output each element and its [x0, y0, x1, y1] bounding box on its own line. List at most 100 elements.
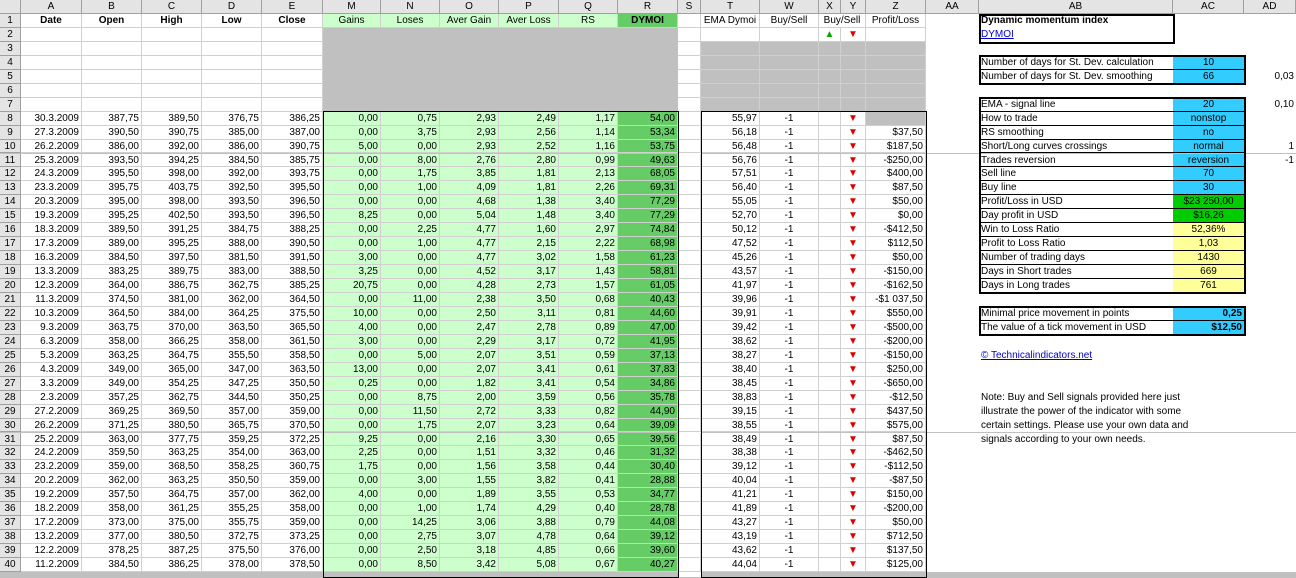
cell-ac26[interactable]: [1173, 362, 1244, 377]
cell-s20[interactable]: [678, 279, 701, 293]
cell-e20[interactable]: 385,25: [262, 279, 323, 293]
cell-ad25[interactable]: [1244, 348, 1296, 363]
cell-c31[interactable]: 377,75: [142, 432, 202, 447]
column-header-y[interactable]: Y: [841, 0, 866, 14]
cell-ad13[interactable]: [1244, 181, 1296, 196]
cell-ab40[interactable]: [979, 558, 1173, 572]
cell-a9[interactable]: 27.3.2009: [21, 125, 82, 140]
cell-d5[interactable]: [202, 69, 262, 84]
cell-d10[interactable]: 386,00: [202, 139, 262, 154]
cell-r5[interactable]: [618, 69, 678, 84]
cell-ad26[interactable]: [1244, 362, 1296, 377]
cell-aa38[interactable]: [926, 530, 979, 545]
cell-b34[interactable]: 362,00: [82, 474, 142, 489]
cell-s25[interactable]: [678, 348, 701, 363]
cell-s3[interactable]: [678, 41, 701, 56]
cell-c7[interactable]: [142, 97, 202, 112]
cell-d29[interactable]: 357,00: [202, 404, 262, 419]
column-header-s[interactable]: S: [678, 0, 701, 14]
cell-e30[interactable]: 370,50: [262, 418, 323, 433]
cell-aa33[interactable]: [926, 460, 979, 475]
cell-ac37[interactable]: [1173, 516, 1244, 531]
cell-b7[interactable]: [82, 97, 142, 112]
cell-b32[interactable]: 359,50: [82, 446, 142, 461]
cell-a36[interactable]: 18.2.2009: [21, 502, 82, 517]
cell-y4[interactable]: [841, 55, 866, 70]
cell-aa7[interactable]: [926, 97, 979, 112]
cell-m2[interactable]: [323, 27, 381, 42]
cell-e27[interactable]: 350,50: [262, 376, 323, 391]
cell-e18[interactable]: 391,50: [262, 251, 323, 266]
cell-aa3[interactable]: [926, 41, 979, 56]
cell-ab21[interactable]: [979, 293, 1173, 307]
cell-ad22[interactable]: [1244, 306, 1296, 321]
cell-b39[interactable]: 378,25: [82, 544, 142, 559]
cell-m7[interactable]: [323, 97, 381, 112]
cell-ab33[interactable]: [979, 460, 1173, 475]
cell-aa40[interactable]: [926, 558, 979, 572]
cell-s8[interactable]: [678, 111, 701, 126]
cell-aa20[interactable]: [926, 279, 979, 293]
column-header-t[interactable]: T: [701, 0, 760, 14]
row-header-1[interactable]: 1: [0, 14, 21, 28]
cell-e13[interactable]: 395,50: [262, 181, 323, 196]
cell-t6[interactable]: [701, 83, 760, 98]
cell-b23[interactable]: 363,75: [82, 320, 142, 335]
cell-b33[interactable]: 359,00: [82, 460, 142, 475]
row-header-10[interactable]: 10: [0, 139, 21, 154]
cell-b27[interactable]: 349,00: [82, 376, 142, 391]
column-header-d[interactable]: D: [202, 0, 262, 14]
cell-e24[interactable]: 361,50: [262, 334, 323, 349]
cell-c40[interactable]: 386,25: [142, 558, 202, 572]
cell-a20[interactable]: 12.3.2009: [21, 279, 82, 293]
cell-s4[interactable]: [678, 55, 701, 70]
cell-b37[interactable]: 373,00: [82, 516, 142, 531]
cell-c24[interactable]: 366,25: [142, 334, 202, 349]
cell-aa17[interactable]: [926, 237, 979, 252]
cell-a30[interactable]: 26.2.2009: [21, 418, 82, 433]
row-header-21[interactable]: 21: [0, 293, 21, 307]
cell-aa19[interactable]: [926, 265, 979, 280]
cell-d7[interactable]: [202, 97, 262, 112]
cell-s19[interactable]: [678, 265, 701, 280]
cell-a13[interactable]: 23.3.2009: [21, 181, 82, 196]
cell-d15[interactable]: 393,50: [202, 209, 262, 224]
row-header-25[interactable]: 25: [0, 348, 21, 363]
cell-ad16[interactable]: [1244, 223, 1296, 238]
cell-e8[interactable]: 386,25: [262, 111, 323, 126]
row-header-6[interactable]: 6: [0, 83, 21, 98]
cell-a29[interactable]: 27.2.2009: [21, 404, 82, 419]
cell-t4[interactable]: [701, 55, 760, 70]
cell-b12[interactable]: 395,50: [82, 167, 142, 182]
cell-ac24[interactable]: [1173, 334, 1244, 349]
cell-b28[interactable]: 357,25: [82, 390, 142, 405]
cell-aa24[interactable]: [926, 334, 979, 349]
cell-ac36[interactable]: [1173, 502, 1244, 517]
cell-x4[interactable]: [819, 55, 841, 70]
cell-s10[interactable]: [678, 139, 701, 154]
cell-e2[interactable]: [262, 27, 323, 42]
cell-ad14[interactable]: [1244, 195, 1296, 210]
cell-e7[interactable]: [262, 97, 323, 112]
cell-aa1[interactable]: [926, 14, 979, 28]
cell-e33[interactable]: 360,75: [262, 460, 323, 475]
cell-a3[interactable]: [21, 41, 82, 56]
cell-d3[interactable]: [202, 41, 262, 56]
cell-c34[interactable]: 363,25: [142, 474, 202, 489]
corner-cell[interactable]: [0, 0, 21, 14]
cell-aa29[interactable]: [926, 404, 979, 419]
cell-y3[interactable]: [841, 41, 866, 56]
row-header-15[interactable]: 15: [0, 209, 21, 224]
cell-b24[interactable]: 358,00: [82, 334, 142, 349]
cell-y7[interactable]: [841, 97, 866, 112]
cell-b29[interactable]: 369,25: [82, 404, 142, 419]
cell-p5[interactable]: [499, 69, 559, 84]
cell-b9[interactable]: 390,50: [82, 125, 142, 140]
cell-d38[interactable]: 372,75: [202, 530, 262, 545]
cell-p6[interactable]: [499, 83, 559, 98]
row-header-2[interactable]: 2: [0, 27, 21, 42]
cell-p3[interactable]: [499, 41, 559, 56]
cell-o5[interactable]: [440, 69, 499, 84]
cell-ad35[interactable]: [1244, 488, 1296, 503]
cell-s24[interactable]: [678, 334, 701, 349]
